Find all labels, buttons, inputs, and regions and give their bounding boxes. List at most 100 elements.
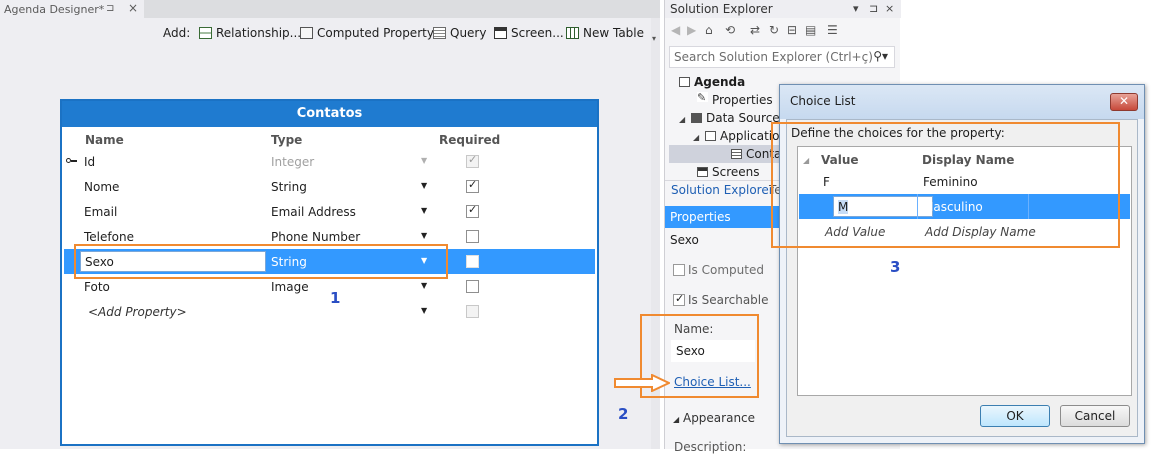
pin-icon[interactable]: ⊐ bbox=[106, 3, 114, 14]
tree-item-agenda[interactable]: Agenda bbox=[679, 73, 745, 91]
show-all-files-icon[interactable]: ▤ bbox=[805, 23, 816, 37]
solution-search-placeholder: Search Solution Explorer (Ctrl+ç) bbox=[674, 50, 873, 64]
property-name: Nome bbox=[84, 180, 120, 194]
ok-button[interactable]: OK bbox=[980, 405, 1050, 427]
entity-table-title: Contatos bbox=[62, 101, 597, 127]
dialog-close-button[interactable]: ✕ bbox=[1110, 93, 1138, 111]
collapse-icon[interactable]: ⊟ bbox=[787, 23, 797, 37]
refresh-icon[interactable]: ↻ bbox=[769, 23, 779, 37]
solution-explorer-titlebar: Solution Explorer ▾ ⊐ × bbox=[665, 0, 901, 18]
callout-number-3: 3 bbox=[890, 258, 901, 276]
designer-tab[interactable]: Agenda Designer* ⊐ × bbox=[0, 0, 144, 18]
database-icon bbox=[705, 131, 716, 141]
chevron-down-icon[interactable]: ▼ bbox=[421, 231, 427, 240]
appearance-label: Appearance bbox=[682, 411, 756, 425]
tree-item-application-data[interactable]: ◢ Applicatio bbox=[693, 127, 779, 145]
project-icon bbox=[679, 77, 690, 87]
callout-arrow-icon bbox=[614, 374, 670, 392]
property-name: Telefone bbox=[84, 230, 134, 244]
forward-icon[interactable]: ▶ bbox=[687, 23, 696, 37]
chevron-down-icon[interactable]: ▼ bbox=[421, 281, 427, 290]
expand-triangle-icon[interactable]: ◢ bbox=[679, 111, 691, 129]
property-name: Email bbox=[84, 205, 118, 219]
checkbox-box[interactable] bbox=[673, 292, 685, 306]
collapse-triangle-icon[interactable]: ◢ bbox=[673, 415, 679, 424]
property-row-email[interactable]: Email Email Address ▼ bbox=[64, 199, 595, 224]
query-label: Query bbox=[450, 26, 487, 40]
property-row-id[interactable]: Id Integer ▼ bbox=[64, 149, 595, 174]
appearance-section[interactable]: ◢ Appearance bbox=[673, 411, 755, 425]
is-computed-checkbox[interactable]: Is Computed bbox=[673, 263, 764, 277]
add-screen-button[interactable]: Screen... bbox=[494, 26, 564, 42]
is-searchable-checkbox[interactable]: Is Searchable bbox=[673, 292, 769, 307]
close-icon[interactable]: × bbox=[885, 2, 894, 15]
query-icon bbox=[433, 27, 446, 39]
screen-icon bbox=[494, 27, 507, 39]
new-table-label: New Table bbox=[583, 26, 645, 40]
required-checkbox bbox=[466, 153, 479, 168]
property-type[interactable]: Email Address bbox=[271, 205, 356, 219]
checkbox-box[interactable] bbox=[673, 264, 685, 276]
home-icon[interactable]: ⌂ bbox=[705, 23, 713, 37]
search-icon[interactable]: ⚲▾ bbox=[873, 49, 888, 63]
property-type[interactable]: Phone Number bbox=[271, 230, 360, 244]
is-computed-label: Is Computed bbox=[688, 263, 764, 277]
callout-number-2: 2 bbox=[618, 405, 629, 423]
view-options-icon[interactable]: ☰ bbox=[827, 23, 838, 37]
tree-item-data-sources[interactable]: ◢ Data Sources bbox=[679, 109, 786, 127]
chevron-down-icon: ▼ bbox=[421, 156, 428, 165]
pin-icon[interactable]: ⊐ bbox=[869, 2, 878, 15]
property-type[interactable]: String bbox=[271, 180, 307, 194]
dialog-title: Choice List bbox=[780, 85, 1144, 119]
tree-item-label: Screens bbox=[712, 165, 760, 179]
property-name: Id bbox=[84, 155, 96, 169]
tree-item-label: Agenda bbox=[694, 75, 746, 89]
back-icon[interactable]: ◀ bbox=[671, 23, 680, 37]
sync-icon[interactable]: ⇄ bbox=[750, 23, 760, 37]
property-type[interactable]: Image bbox=[271, 280, 309, 294]
scroll-down-icon[interactable]: ▾ bbox=[652, 34, 656, 43]
add-property-placeholder[interactable]: <Add Property> bbox=[88, 305, 187, 319]
close-icon[interactable]: × bbox=[128, 1, 138, 15]
add-query-button[interactable]: Query bbox=[433, 26, 486, 42]
chevron-down-icon[interactable]: ▼ bbox=[421, 306, 427, 315]
wrench-icon bbox=[697, 92, 708, 102]
tree-item-contatos[interactable]: Conta bbox=[669, 145, 785, 163]
dropdown-icon[interactable]: ▾ bbox=[853, 2, 859, 15]
history-icon[interactable]: ⟲ bbox=[725, 23, 735, 37]
solution-explorer-title: Solution Explorer bbox=[670, 2, 773, 16]
column-header-name: Name bbox=[85, 133, 124, 147]
designer-toolbar: Add: Relationship... Computed Property Q… bbox=[0, 18, 660, 50]
tree-item-screens[interactable]: Screens bbox=[697, 163, 760, 181]
required-checkbox[interactable] bbox=[466, 230, 479, 243]
required-checkbox[interactable] bbox=[466, 203, 479, 218]
required-checkbox bbox=[466, 305, 479, 318]
tab-solution-explorer[interactable]: Solution Explorer bbox=[671, 183, 774, 197]
screens-folder-icon bbox=[697, 167, 708, 177]
add-label: Add: bbox=[163, 26, 191, 40]
required-checkbox[interactable] bbox=[466, 280, 479, 293]
property-row-nome[interactable]: Nome String ▼ bbox=[64, 174, 595, 199]
property-type: Integer bbox=[271, 155, 315, 169]
add-relationship-button[interactable]: Relationship... bbox=[199, 26, 301, 42]
cancel-button[interactable]: Cancel bbox=[1060, 405, 1130, 427]
column-header-type: Type bbox=[271, 133, 303, 147]
required-checkbox[interactable] bbox=[466, 255, 479, 268]
description-label: Description: bbox=[674, 440, 747, 454]
chevron-down-icon[interactable]: ▼ bbox=[421, 181, 427, 190]
relationship-label: Relationship... bbox=[216, 26, 302, 40]
add-computed-property-button[interactable]: Computed Property bbox=[300, 26, 434, 42]
new-table-button[interactable]: New Table bbox=[566, 26, 644, 42]
property-name: Foto bbox=[84, 280, 110, 294]
required-checkbox[interactable] bbox=[466, 178, 479, 193]
computed-property-icon bbox=[300, 27, 313, 39]
tree-item-label: Properties bbox=[712, 93, 773, 107]
callout-box-1 bbox=[74, 244, 448, 279]
tree-item-properties[interactable]: Properties bbox=[697, 91, 773, 109]
chevron-down-icon[interactable]: ▼ bbox=[421, 206, 427, 215]
relationship-icon bbox=[199, 27, 212, 39]
designer-pane: Agenda Designer* ⊐ × Add: Relationship..… bbox=[0, 0, 660, 449]
solution-explorer-toolbar: ◀ ▶ ⌂ ⟲ ⇄ ↻ ⊟ ▤ ☰ bbox=[665, 18, 901, 44]
is-searchable-label: Is Searchable bbox=[688, 293, 769, 307]
solution-search-input[interactable]: Search Solution Explorer (Ctrl+ç) ⚲▾ bbox=[669, 46, 895, 68]
